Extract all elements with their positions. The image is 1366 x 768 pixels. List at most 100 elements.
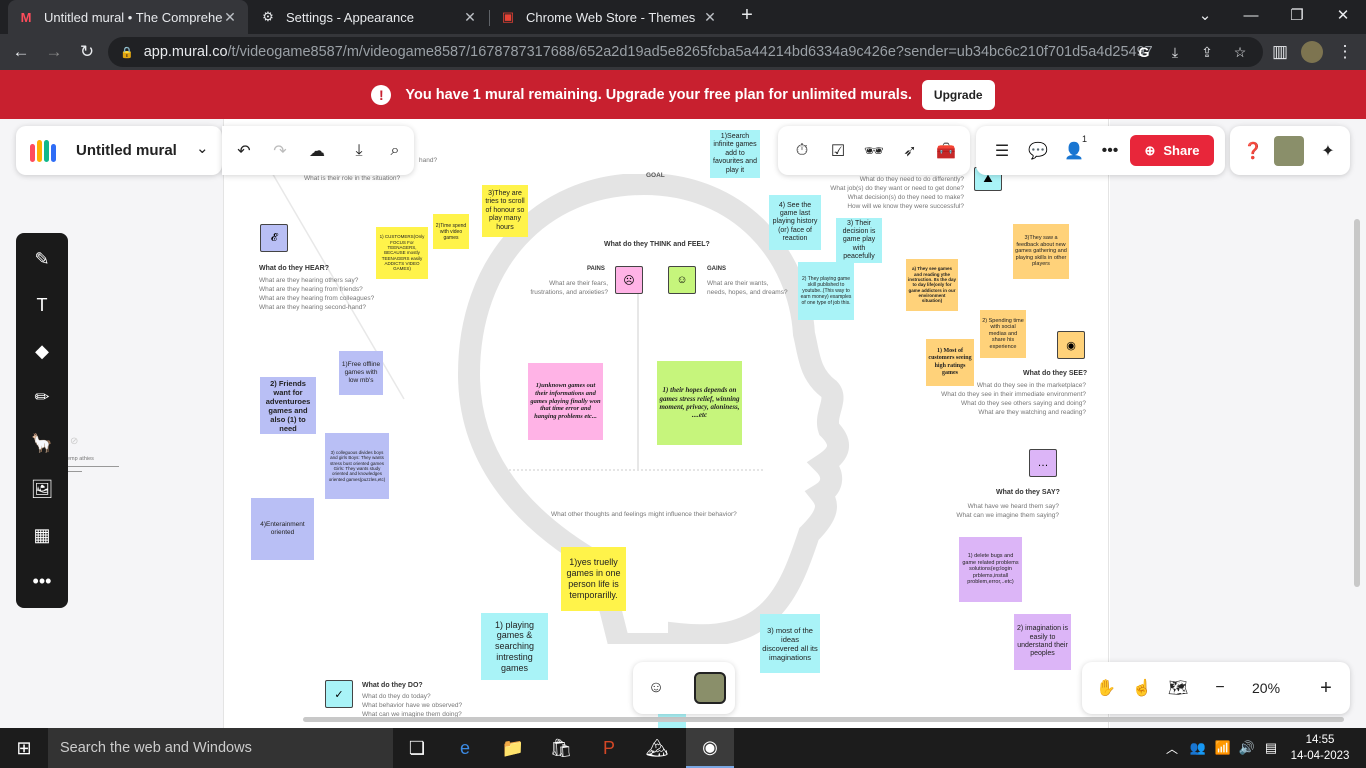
share-button[interactable]: ⊕ Share: [1130, 135, 1214, 166]
taskbar-clock[interactable]: 14:55 14-04-2023: [1290, 732, 1350, 764]
redo-icon[interactable]: ↷: [266, 137, 294, 165]
store-icon[interactable]: 🛍: [537, 728, 585, 768]
chevron-down-icon[interactable]: ⌄: [196, 139, 209, 157]
undo-icon[interactable]: ↶: [230, 137, 258, 165]
show-hidden-icons-icon[interactable]: ︿: [1160, 728, 1184, 768]
sticky-note[interactable]: 4)Enterainment oriented: [251, 498, 314, 560]
sticky-note[interactable]: 1) Most of customers seeing high ratings…: [926, 339, 974, 386]
photos-icon[interactable]: 🏔: [633, 728, 681, 768]
pen-tool-icon[interactable]: ✏: [28, 383, 56, 411]
back-arrow-icon[interactable]: ←: [6, 37, 36, 67]
user-avatar[interactable]: [694, 672, 726, 704]
text-tool-icon[interactable]: T: [28, 291, 56, 319]
download-icon[interactable]: ⤓: [345, 137, 373, 165]
emoji-icon[interactable]: ☺: [642, 674, 670, 702]
close-icon[interactable]: ✕: [222, 9, 238, 26]
icons-tool-icon[interactable]: 🦙: [28, 429, 56, 457]
sticky-note[interactable]: 1)unknown games out their informations a…: [528, 363, 603, 440]
sticky-note[interactable]: 2) They playing game skill published to …: [798, 262, 854, 320]
sticky-note[interactable]: 2) Friends want for adventuroes games an…: [260, 377, 316, 434]
zoom-in-icon[interactable]: +: [1312, 674, 1340, 702]
zoom-out-icon[interactable]: −: [1206, 674, 1234, 702]
zoom-level[interactable]: 20%: [1252, 680, 1280, 696]
mural-title[interactable]: Untitled mural: [76, 142, 177, 159]
taskbar-search-box[interactable]: Search the web and Windows: [48, 728, 393, 768]
address-bar[interactable]: 🔒 app.mural.co/t/videogame8587/m/videoga…: [108, 37, 1263, 67]
sticky-note[interactable]: 1) playing games & searching intresting …: [481, 613, 548, 680]
sticky-note[interactable]: 1)Free offline games with low mb's: [339, 351, 383, 395]
tab-mural[interactable]: M Untitled mural • The Comprehen ✕: [8, 0, 248, 34]
powerpoint-icon[interactable]: P: [585, 728, 633, 768]
timer-icon[interactable]: ⏱: [788, 137, 816, 165]
install-icon[interactable]: ⤓: [1162, 37, 1188, 67]
close-icon[interactable]: ✕: [462, 9, 478, 26]
sticky-note[interactable]: 1)yes truelly games in one person life i…: [561, 547, 626, 611]
close-icon[interactable]: ✕: [702, 9, 718, 26]
search-icon[interactable]: ⌕: [381, 137, 409, 165]
sticky-note[interactable]: 3) most of the ideas discovered all its …: [760, 614, 820, 673]
more-tools-icon[interactable]: •••: [28, 567, 56, 595]
avatar[interactable]: [1274, 136, 1304, 166]
sticky-note[interactable]: 2) imagination is easily to understand t…: [1014, 614, 1071, 670]
voting-checkbox-icon[interactable]: ☑: [824, 137, 852, 165]
side-panel-icon[interactable]: ▥: [1265, 37, 1295, 67]
help-icon[interactable]: ❓: [1239, 137, 1267, 165]
empathy-map-board[interactable]: GOAL What do they THINK and FEEL? PAINS …: [223, 119, 1109, 729]
windows-start-icon[interactable]: ⊞: [0, 728, 48, 768]
upgrade-button[interactable]: Upgrade: [921, 79, 995, 110]
tab-web-store[interactable]: ▣ Chrome Web Store - Themes ✕: [490, 0, 728, 34]
sticky-note[interactable]: 1)Search infinite games add to favourite…: [710, 130, 760, 178]
minimize-button[interactable]: —: [1228, 0, 1274, 30]
summon-cursor-icon[interactable]: ➶: [896, 137, 924, 165]
sticky-note[interactable]: 1) CUSTOMERS(Only FOCUS For TEENAGERS, B…: [376, 227, 428, 279]
profile-avatar[interactable]: [1297, 37, 1327, 67]
toolbox-icon[interactable]: 🧰: [932, 137, 960, 165]
templates-tool-icon[interactable]: ▦: [28, 521, 56, 549]
sticky-note[interactable]: 2)Time spend with video games: [433, 214, 469, 249]
file-explorer-icon[interactable]: 📁: [489, 728, 537, 768]
reload-icon[interactable]: ↻: [72, 37, 102, 67]
edge-icon[interactable]: e: [441, 728, 489, 768]
sticky-note[interactable]: 1) their hopes depends on games stress r…: [657, 361, 742, 445]
sticky-note[interactable]: a) They see games and reading ythe instr…: [906, 259, 958, 311]
sticky-note[interactable]: 3) colleguous divides boys and girls Boy…: [325, 433, 389, 499]
sticky-note[interactable]: 3)They are tries to scroll of honour so …: [482, 185, 528, 237]
forward-arrow-icon[interactable]: →: [39, 37, 69, 67]
outline-icon[interactable]: ☰: [988, 137, 1016, 165]
sticky-note[interactable]: 3) Their decision is game play with peac…: [836, 218, 882, 263]
sticky-note-tool-icon[interactable]: ✎: [28, 245, 56, 273]
close-window-button[interactable]: ✕: [1320, 0, 1366, 30]
image-tool-icon[interactable]: 🖼: [28, 475, 56, 503]
people-icon[interactable]: 👥: [1186, 728, 1210, 768]
share-icon[interactable]: ⇪: [1194, 37, 1220, 67]
notifications-icon[interactable]: ▤: [1259, 728, 1283, 768]
task-view-icon[interactable]: ❏: [393, 728, 441, 768]
restore-button[interactable]: ❐: [1274, 0, 1320, 30]
private-mode-icon[interactable]: 🕶: [860, 137, 888, 165]
tab-search-chevron-icon[interactable]: ⌄: [1182, 0, 1228, 30]
chrome-menu-icon[interactable]: ⋮: [1330, 37, 1360, 67]
bookmark-star-icon[interactable]: ☆: [1227, 37, 1253, 67]
sticky-note[interactable]: 2) Spending time with social medias and …: [980, 310, 1026, 358]
map-icon[interactable]: 🗺: [1164, 674, 1192, 702]
sticky-note[interactable]: 3)They saw a feedback about new games ga…: [1013, 224, 1069, 279]
mural-logo-icon[interactable]: [28, 136, 58, 166]
ai-sparkle-icon[interactable]: ✦: [1314, 137, 1342, 165]
sticky-note[interactable]: 4) See the game last playing history (or…: [769, 195, 821, 250]
hand-pan-icon[interactable]: ✋: [1092, 674, 1120, 702]
volume-icon[interactable]: 🔊: [1235, 728, 1259, 768]
comment-icon[interactable]: 💬: [1024, 137, 1052, 165]
sticky-note[interactable]: 1) delete bugs and game related problems…: [959, 537, 1022, 602]
mural-canvas[interactable]: emp athies ⊘ GOAL What do they THINK and…: [0, 119, 1366, 729]
google-icon[interactable]: G: [1131, 37, 1157, 67]
shapes-tool-icon[interactable]: ◆: [28, 337, 56, 365]
tab-settings[interactable]: ⚙ Settings - Appearance ✕: [250, 0, 488, 34]
cloud-saved-icon[interactable]: ☁: [303, 137, 331, 165]
horizontal-scrollbar[interactable]: [303, 717, 1344, 722]
new-tab-button[interactable]: +: [732, 0, 762, 30]
vertical-scrollbar[interactable]: [1354, 219, 1360, 587]
wifi-icon[interactable]: 📶: [1211, 728, 1235, 768]
more-options-icon[interactable]: •••: [1096, 137, 1124, 165]
chrome-icon[interactable]: ◉: [686, 728, 734, 768]
hand-select-icon[interactable]: ☝: [1128, 674, 1156, 702]
